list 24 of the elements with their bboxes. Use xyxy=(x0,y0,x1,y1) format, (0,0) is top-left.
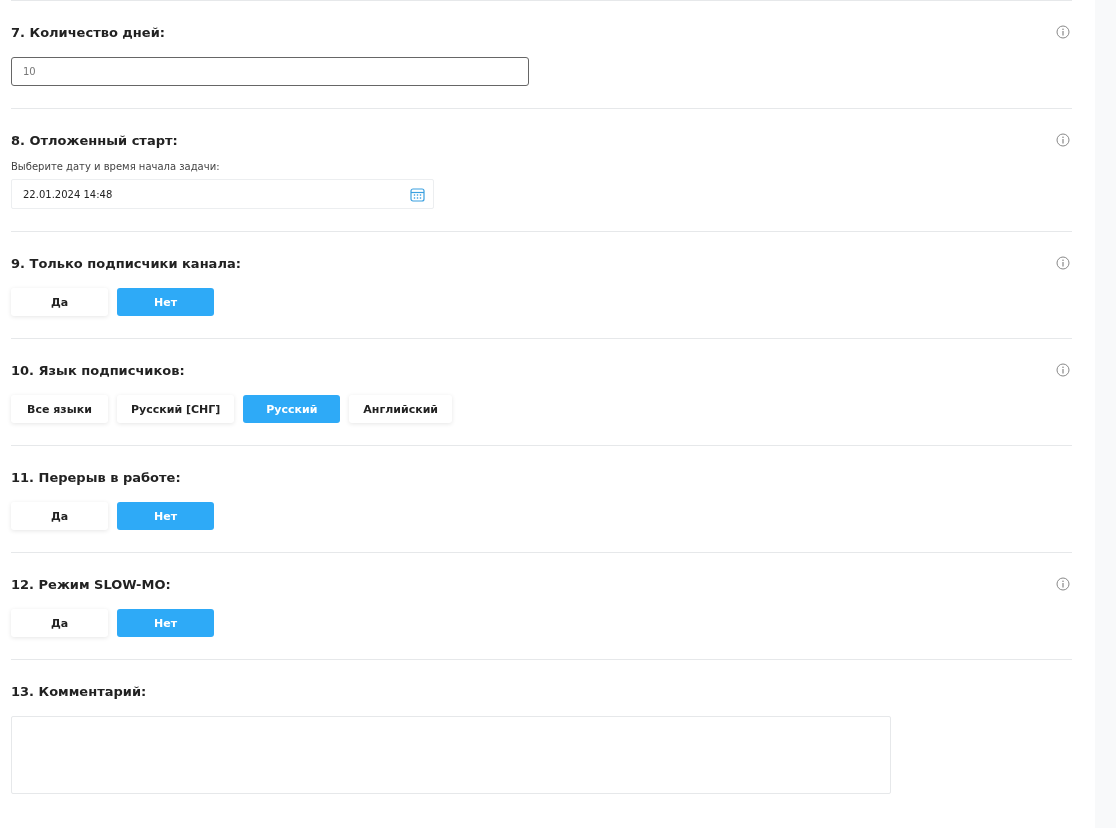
option-button[interactable]: Да xyxy=(11,502,108,530)
info-icon[interactable] xyxy=(1056,363,1070,377)
comment-field[interactable] xyxy=(11,716,891,794)
field-hint: Выберите дату и время начала задачи: xyxy=(11,161,221,172)
section-title: 7. Количество дней: xyxy=(11,24,165,40)
section-title: 13. Комментарий: xyxy=(11,683,147,699)
info-icon[interactable] xyxy=(1056,133,1070,147)
date-value: 22.01.2024 14:48 xyxy=(23,188,113,200)
section-title: 10. Язык подписчиков: xyxy=(11,362,185,378)
days-input[interactable]: 10 xyxy=(11,57,529,86)
option-button[interactable]: Русский [СНГ] xyxy=(117,395,235,423)
option-button[interactable]: Все языки xyxy=(11,395,108,423)
option-button[interactable]: Да xyxy=(11,609,108,637)
option-button[interactable]: Английский xyxy=(349,395,453,423)
info-icon[interactable] xyxy=(1056,256,1070,270)
option-button[interactable]: Да xyxy=(11,288,108,316)
section-title: 9. Только подписчики канала: xyxy=(11,255,241,271)
section-title: 12. Режим SLOW-MO: xyxy=(11,576,171,592)
calendar-icon[interactable] xyxy=(410,186,425,202)
date-field[interactable]: 22.01.2024 14:48 xyxy=(11,179,434,209)
section-title: 11. Перерыв в работе: xyxy=(11,469,181,485)
info-icon[interactable] xyxy=(1056,577,1070,591)
section-title: 8. Отложенный старт: xyxy=(11,132,178,148)
info-icon[interactable] xyxy=(1056,25,1070,39)
